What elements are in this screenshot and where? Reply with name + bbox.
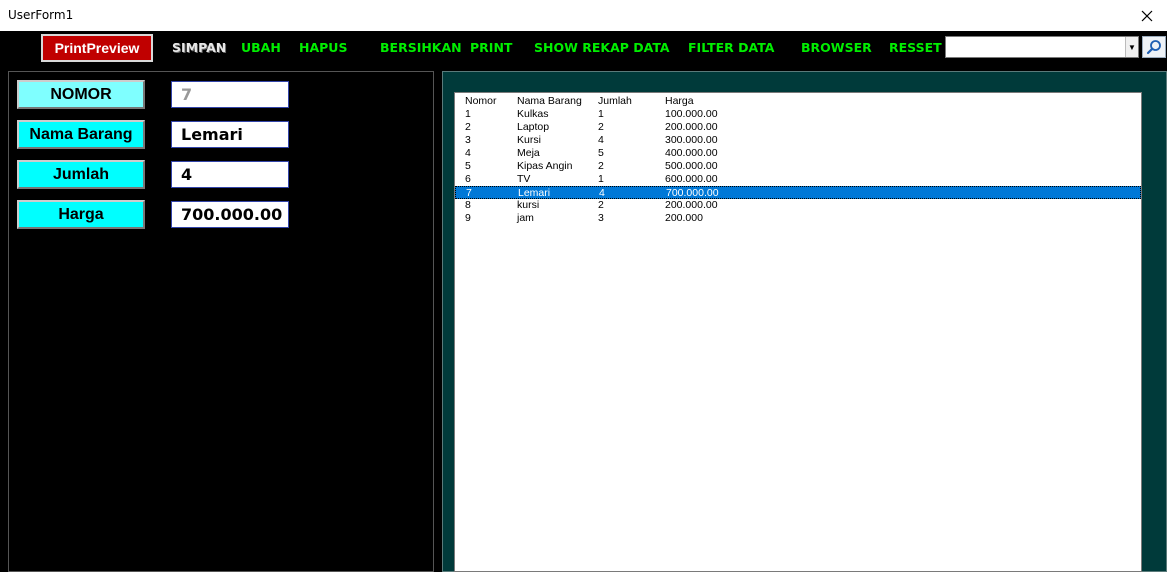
cell-nomor: 1 xyxy=(465,108,471,120)
cell-harga: 200.000 xyxy=(665,212,703,224)
show-rekap-data-button[interactable]: SHOW REKAP DATA xyxy=(534,40,670,55)
cell-jumlah: 2 xyxy=(598,160,604,172)
list-item[interactable]: 6 TV 1 600.000.00 xyxy=(455,173,1141,186)
cell-jumlah: 1 xyxy=(598,173,604,185)
cell-jumlah: 2 xyxy=(598,199,604,211)
list-item[interactable]: 3 Kursi 4 300.000.00 xyxy=(455,134,1141,147)
window-title: UserForm1 xyxy=(8,8,74,22)
header-nama-barang: Nama Barang xyxy=(517,95,582,107)
cell-nomor: 9 xyxy=(465,212,471,224)
print-button[interactable]: PRINT xyxy=(470,40,512,55)
list-item[interactable]: 4 Meja 5 400.000.00 xyxy=(455,147,1141,160)
cell-harga: 100.000.00 xyxy=(665,108,718,120)
cell-nama-barang: Kursi xyxy=(517,134,541,146)
cell-nama-barang: TV xyxy=(517,173,531,185)
cell-nama-barang: Kulkas xyxy=(517,108,549,120)
harga-field[interactable]: 700.000.00 xyxy=(170,200,290,229)
toolbar: PrintPreview SIMPAN UBAH HAPUS BERSIHKAN… xyxy=(0,31,1167,65)
nomor-field[interactable]: 7 xyxy=(170,80,290,109)
title-bar: UserForm1 xyxy=(0,0,1167,31)
data-listbox[interactable]: Nomor Nama Barang Jumlah Harga 1 Kulkas 1 1… xyxy=(454,92,1142,572)
hapus-button[interactable]: HAPUS xyxy=(299,40,347,55)
cell-nama-barang: kursi xyxy=(517,199,540,211)
list-item[interactable]: 9 jam 3 200.000 xyxy=(455,212,1141,225)
header-harga: Harga xyxy=(665,95,694,107)
cell-harga: 200.000.00 xyxy=(665,199,718,211)
cell-nomor: 5 xyxy=(465,160,471,172)
cell-nomor: 8 xyxy=(465,199,471,211)
header-nomor: Nomor xyxy=(465,95,497,107)
jumlah-field[interactable]: 4 xyxy=(170,160,290,189)
cell-jumlah: 2 xyxy=(598,121,604,133)
close-icon xyxy=(1141,10,1153,21)
cell-nomor: 6 xyxy=(465,173,471,185)
header-jumlah: Jumlah xyxy=(598,95,632,107)
cell-nama-barang: Meja xyxy=(517,147,540,159)
list-item[interactable]: 8 kursi 2 200.000.00 xyxy=(455,199,1141,212)
cell-harga: 600.000.00 xyxy=(665,173,718,185)
list-header: Nomor Nama Barang Jumlah Harga xyxy=(455,95,1141,108)
cell-harga: 200.000.00 xyxy=(665,121,718,133)
print-preview-button[interactable]: PrintPreview xyxy=(41,34,153,62)
bersihkan-button[interactable]: BERSIHKAN xyxy=(380,40,462,55)
simpan-button[interactable]: SIMPAN xyxy=(172,40,226,55)
cell-jumlah: 4 xyxy=(598,134,604,146)
list-item[interactable]: 1 Kulkas 1 100.000.00 xyxy=(455,108,1141,121)
nama-barang-label: Nama Barang xyxy=(17,120,145,149)
list-item[interactable]: 5 Kipas Angin 2 500.000.00 xyxy=(455,160,1141,173)
cell-nomor: 2 xyxy=(465,121,471,133)
cell-jumlah: 5 xyxy=(598,147,604,159)
cell-nama-barang: Kipas Angin xyxy=(517,160,573,172)
filter-data-button[interactable]: FILTER DATA xyxy=(688,40,774,55)
cell-harga: 300.000.00 xyxy=(665,134,718,146)
nomor-label: NOMOR xyxy=(17,80,145,109)
browser-button[interactable]: BROWSER xyxy=(801,40,872,55)
list-item[interactable]: 7 Lemari 4 700.000.00 xyxy=(455,186,1141,199)
list-item[interactable]: 2 Laptop 2 200.000.00 xyxy=(455,121,1141,134)
cell-nomor: 3 xyxy=(465,134,471,146)
search-button[interactable] xyxy=(1142,36,1166,58)
ubah-button[interactable]: UBAH xyxy=(241,40,281,55)
search-combobox[interactable]: ▼ xyxy=(945,36,1139,58)
cell-nomor: 4 xyxy=(465,147,471,159)
cell-harga: 400.000.00 xyxy=(665,147,718,159)
harga-label: Harga xyxy=(17,200,145,229)
cell-nama-barang: Laptop xyxy=(517,121,550,133)
nama-barang-field[interactable]: Lemari xyxy=(170,120,290,149)
search-icon xyxy=(1146,40,1161,55)
cell-harga: 500.000.00 xyxy=(665,160,718,172)
chevron-down-icon[interactable]: ▼ xyxy=(1125,37,1138,57)
jumlah-label: Jumlah xyxy=(17,160,145,189)
resset-button[interactable]: RESSET xyxy=(889,40,942,55)
cell-jumlah: 1 xyxy=(598,108,604,120)
close-button[interactable] xyxy=(1127,0,1167,31)
cell-nama-barang: jam xyxy=(517,212,534,224)
cell-jumlah: 3 xyxy=(598,212,604,224)
